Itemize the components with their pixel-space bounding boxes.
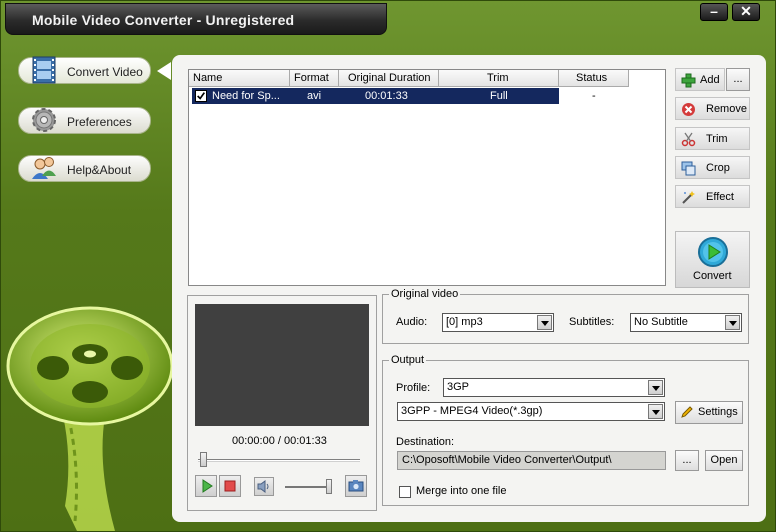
file-duration: 00:01:33	[365, 90, 408, 102]
file-format: avi	[307, 90, 322, 102]
play-icon	[202, 479, 213, 493]
file-trim: Full	[490, 90, 508, 102]
format-value: 3GPP - MPEG4 Video(*.3gp)	[401, 405, 543, 417]
app-window: Mobile Video Converter - Unregistered – …	[0, 0, 776, 532]
minimize-button[interactable]: –	[700, 3, 728, 21]
crop-icon	[681, 161, 696, 176]
convert-play-icon	[698, 237, 728, 267]
profile-label: Profile:	[396, 382, 431, 394]
camera-icon	[348, 480, 364, 492]
trim-button[interactable]: Trim	[675, 127, 750, 150]
film-reel-logo	[6, 306, 174, 531]
close-button[interactable]: ✕	[732, 3, 760, 21]
seek-track[interactable]	[198, 459, 360, 462]
snapshot-button[interactable]	[345, 475, 367, 497]
table-row[interactable]: Need for Sp... avi 00:01:33 Full	[192, 88, 559, 104]
nav-label: Help&About	[67, 163, 132, 177]
plus-icon	[681, 73, 696, 88]
settings-label: Settings	[698, 406, 738, 418]
time-readout: 00:00:00 / 00:01:33	[232, 435, 327, 447]
chevron-down-icon	[648, 404, 663, 419]
subtitles-select[interactable]: No Subtitle	[630, 313, 742, 332]
audio-label: Audio:	[396, 316, 428, 328]
convert-button[interactable]: Convert	[675, 231, 750, 288]
seek-handle[interactable]	[200, 452, 207, 467]
column-header-format[interactable]: Format	[290, 70, 339, 87]
magic-wand-icon	[682, 191, 695, 204]
open-folder-button[interactable]: Open	[705, 450, 743, 471]
trim-label: Trim	[706, 133, 728, 145]
column-header-trim[interactable]: Trim	[439, 70, 559, 87]
destination-label: Destination:	[396, 436, 455, 448]
remove-label: Remove	[706, 103, 747, 115]
chevron-down-icon	[537, 315, 552, 330]
volume-button[interactable]	[254, 477, 274, 496]
pencil-icon	[681, 406, 693, 418]
add-label: Add	[700, 74, 720, 86]
effect-label: Effect	[706, 191, 734, 203]
play-button[interactable]	[195, 475, 217, 497]
subtitles-label: Subtitles:	[569, 316, 615, 328]
profile-value: 3GP	[447, 381, 470, 393]
nav-convert-video[interactable]: Convert Video	[18, 56, 151, 84]
group-title: Original video	[389, 288, 461, 300]
profile-select[interactable]: 3GP	[443, 378, 665, 397]
format-select[interactable]: 3GPP - MPEG4 Video(*.3gp)	[397, 402, 665, 421]
chevron-down-icon	[725, 315, 740, 330]
users-icon	[32, 157, 56, 179]
destination-field[interactable]: C:\Oposoft\Mobile Video Converter\Output…	[397, 451, 666, 470]
column-header-status[interactable]: Status	[559, 70, 629, 87]
crop-label: Crop	[706, 162, 730, 174]
remove-icon	[682, 103, 695, 116]
video-preview-screen	[195, 304, 369, 426]
add-button[interactable]: Add	[675, 68, 725, 91]
file-name: Need for Sp...	[212, 90, 280, 102]
nav-help-about[interactable]: Help&About	[18, 155, 151, 182]
nav-label: Convert Video	[67, 65, 143, 79]
row-checkbox[interactable]	[195, 90, 207, 102]
preview-panel: 00:00:00 / 00:01:33	[187, 295, 377, 511]
active-nav-pointer	[157, 62, 171, 80]
merge-label: Merge into one file	[416, 485, 507, 497]
add-more-button[interactable]: ...	[726, 68, 750, 91]
effect-button[interactable]: Effect	[675, 185, 750, 208]
audio-value: [0] mp3	[446, 316, 483, 328]
window-title: Mobile Video Converter - Unregistered	[32, 12, 295, 28]
main-panel: Name Format Original Duration Trim Statu…	[172, 55, 766, 522]
checkmark-icon	[197, 92, 206, 100]
browse-button[interactable]: ...	[675, 450, 699, 471]
group-title: Output	[389, 354, 427, 366]
audio-select[interactable]: [0] mp3	[442, 313, 554, 332]
chevron-down-icon	[648, 380, 663, 395]
settings-button[interactable]: Settings	[675, 401, 743, 424]
crop-button[interactable]: Crop	[675, 156, 750, 179]
convert-label: Convert	[693, 270, 732, 282]
remove-button[interactable]: Remove	[675, 97, 750, 120]
title-bar: Mobile Video Converter - Unregistered	[5, 3, 387, 35]
scissors-icon	[681, 132, 696, 147]
stop-icon	[224, 480, 236, 492]
film-icon	[32, 56, 56, 84]
nav-preferences[interactable]: Preferences	[18, 107, 151, 134]
output-group: Output Profile: 3GP 3GPP - MPEG4 Video(*…	[382, 354, 749, 506]
volume-handle[interactable]	[326, 479, 332, 494]
subtitles-value: No Subtitle	[634, 316, 688, 328]
volume-track[interactable]	[285, 486, 331, 488]
stop-button[interactable]	[219, 475, 241, 497]
file-status: -	[592, 90, 596, 102]
gear-icon	[32, 108, 56, 132]
merge-checkbox[interactable]	[399, 486, 411, 498]
original-video-group: Original video Audio: [0] mp3 Subtitles:…	[382, 288, 749, 344]
file-list[interactable]: Name Format Original Duration Trim Statu…	[188, 69, 666, 286]
column-header-duration[interactable]: Original Duration	[339, 70, 439, 87]
nav-label: Preferences	[67, 115, 132, 129]
speaker-icon	[257, 480, 269, 493]
column-header-name[interactable]: Name	[189, 70, 290, 87]
